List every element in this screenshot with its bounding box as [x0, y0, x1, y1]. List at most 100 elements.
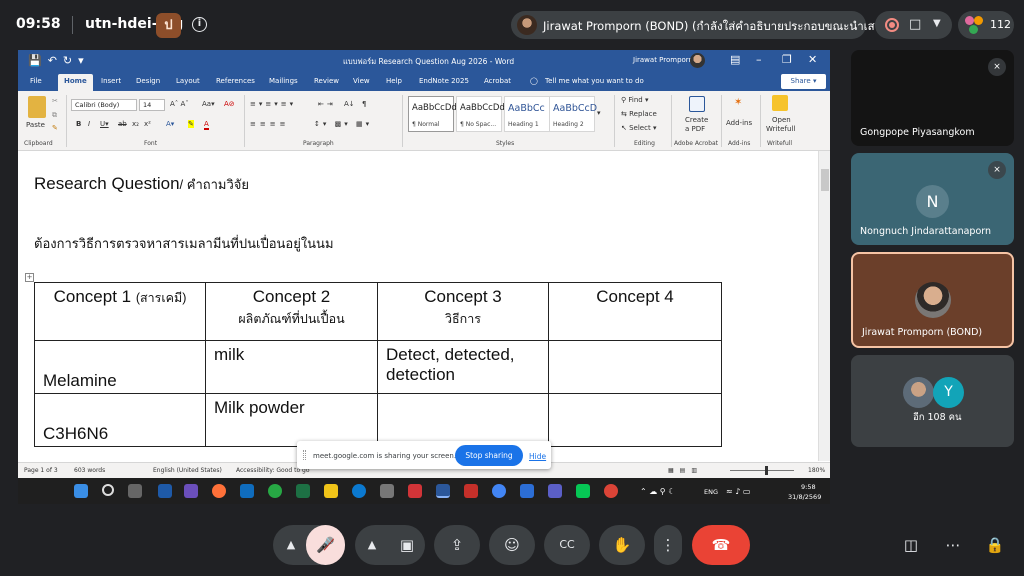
indent-icons[interactable]: ⇤⇥	[318, 100, 336, 108]
more-options-button[interactable]: ⋮	[654, 525, 682, 565]
tab-help[interactable]: Help	[386, 77, 402, 85]
clear-format-icon[interactable]: A⊘	[224, 100, 235, 108]
app-icon[interactable]	[520, 484, 534, 498]
select-button[interactable]: ↖ Select ▾	[621, 124, 656, 132]
activity-badge[interactable]: ป	[156, 13, 181, 38]
cut-icon[interactable]: ✂	[52, 97, 58, 105]
font-color-icon[interactable]: A	[204, 120, 209, 130]
tab-references[interactable]: References	[216, 77, 255, 85]
leave-call-button[interactable]: ☎	[692, 525, 750, 565]
writefull-label[interactable]: Open	[772, 116, 791, 124]
style-heading-1[interactable]: AaBbCc Heading 1	[504, 96, 550, 132]
input-language[interactable]: ENG	[704, 488, 718, 496]
table-header-cell[interactable]: Concept 3 วิธีการ	[377, 282, 549, 341]
app-icon[interactable]	[184, 484, 198, 498]
subscript-icon[interactable]: x₂	[132, 120, 139, 128]
paste-button[interactable]: Paste	[26, 121, 45, 129]
table-cell[interactable]: Milk powder	[205, 393, 378, 447]
format-painter-icon[interactable]: ✎	[52, 124, 58, 132]
share-button[interactable]: Share ▾	[781, 74, 826, 89]
tray-icons[interactable]: ⌃ ☁ ⚲ ☾	[640, 487, 675, 496]
superscript-icon[interactable]: x²	[144, 120, 151, 128]
addins-button[interactable]: Add-ins	[726, 119, 752, 127]
search-icon[interactable]	[102, 484, 114, 496]
grow-font-icon[interactable]: Aˆ Aˇ	[170, 100, 189, 108]
tab-mailings[interactable]: Mailings	[269, 77, 298, 85]
tab-home[interactable]: Home	[58, 74, 93, 91]
mic-off-button[interactable]: 🎤̸	[306, 525, 345, 565]
tab-file[interactable]: File	[30, 77, 42, 85]
tab-endnote[interactable]: EndNote 2025	[419, 77, 469, 85]
table-cell[interactable]	[548, 393, 722, 447]
tab-insert[interactable]: Insert	[101, 77, 121, 85]
task-view-icon[interactable]	[128, 484, 142, 498]
minimize-icon[interactable]: –	[756, 53, 762, 66]
tab-view[interactable]: View	[353, 77, 370, 85]
info-icon[interactable]: i	[192, 17, 207, 32]
activities-button[interactable]: ⋯	[935, 527, 971, 563]
taskbar-time[interactable]: 9:58	[801, 483, 816, 491]
excel-icon[interactable]	[296, 484, 310, 498]
app-icon[interactable]	[548, 484, 562, 498]
chevron-up-icon[interactable]: ▲	[273, 525, 309, 565]
font-name-box[interactable]: Calibri (Body)	[71, 99, 137, 111]
recording-controls[interactable]: □ ▼	[875, 11, 952, 39]
style-normal[interactable]: AaBbCcDd ¶ Normal	[408, 96, 457, 132]
style-heading-2[interactable]: AaBbCcD Heading 2	[549, 96, 597, 132]
text-effects-icon[interactable]: A▾	[166, 120, 174, 128]
raise-hand-button[interactable]: ✋	[599, 525, 645, 565]
zoom-knob[interactable]	[765, 466, 768, 475]
present-button[interactable]: ⇪	[434, 525, 480, 565]
captions-button[interactable]: CC	[544, 525, 590, 565]
firefox-icon[interactable]	[212, 484, 226, 498]
line-icon[interactable]	[576, 484, 590, 498]
table-cell[interactable]: Melamine	[34, 340, 206, 394]
chat-button[interactable]: ◫	[893, 527, 929, 563]
font-size-box[interactable]: 14	[139, 99, 165, 111]
user-avatar[interactable]	[690, 53, 705, 68]
table-header-cell[interactable]: Concept 4	[548, 282, 722, 341]
pdf-icon[interactable]	[689, 96, 705, 112]
table-cell[interactable]: milk	[205, 340, 378, 394]
bold-icon[interactable]: B	[76, 120, 81, 128]
others-tile[interactable]: Y อีก 108 คน	[851, 355, 1014, 447]
chrome-icon[interactable]	[604, 484, 618, 498]
align-icons[interactable]: ≡≡≡≡	[250, 120, 289, 128]
language[interactable]: English (United States)	[153, 467, 222, 474]
highlight-icon[interactable]: ✎	[188, 120, 194, 128]
find-button[interactable]: ⚲ Find ▾	[621, 96, 648, 104]
clipboard-icon[interactable]	[28, 96, 46, 118]
word-icon[interactable]	[436, 484, 450, 498]
zoom-slider[interactable]	[730, 470, 794, 471]
create-pdf-label[interactable]: a PDF	[685, 125, 705, 133]
writefull-icon[interactable]	[772, 95, 788, 111]
sort-icon[interactable]: A↓	[344, 100, 355, 108]
taskbar-date[interactable]: 31/8/2569	[788, 493, 821, 501]
windows-start-icon[interactable]	[74, 484, 88, 498]
restore-icon[interactable]: ❐	[782, 53, 792, 66]
table-header-cell[interactable]: Concept 1 (สารเคมี)	[34, 282, 206, 341]
replace-button[interactable]: ⇆ Replace	[621, 110, 657, 118]
change-case-icon[interactable]: Aa▾	[202, 100, 215, 108]
view-mode-icons[interactable]: ▦▤▥	[668, 467, 703, 474]
camera-button[interactable]: ▣	[389, 525, 425, 565]
tell-me-search[interactable]: Tell me what you want to do	[545, 77, 644, 85]
concept-table[interactable]: Concept 1 (สารเคมี) Concept 2 ผลิตภัณฑ์ที…	[34, 282, 722, 447]
app-icon[interactable]	[158, 484, 172, 498]
tab-review[interactable]: Review	[314, 77, 339, 85]
edge-icon[interactable]	[352, 484, 366, 498]
page-count[interactable]: Page 1 of 3	[24, 467, 58, 474]
document-page[interactable]: Research Question/ คำถามวิจัย ต้องการวิธ…	[18, 152, 818, 463]
stop-sharing-button[interactable]: Stop sharing	[455, 445, 523, 466]
table-cell[interactable]	[548, 340, 722, 394]
create-pdf-label[interactable]: Create	[685, 116, 708, 124]
tab-layout[interactable]: Layout	[176, 77, 200, 85]
underline-icon[interactable]: U▾	[100, 120, 109, 128]
writefull-label[interactable]: Writefull	[766, 125, 795, 133]
host-controls-button[interactable]: 🔒	[977, 527, 1013, 563]
pilcrow-icon[interactable]: ¶	[362, 100, 366, 108]
list-icons[interactable]: ≡▾≡▾≡▾	[250, 100, 296, 108]
spacing-icons[interactable]: ↕▾ ▩▾ ▦▾	[314, 120, 372, 128]
participant-tile[interactable]: ⨯ N Nongnuch Jindarattanaporn	[851, 153, 1014, 245]
participant-tile[interactable]: ⨯ Gongpope Piyasangkom	[851, 50, 1014, 146]
